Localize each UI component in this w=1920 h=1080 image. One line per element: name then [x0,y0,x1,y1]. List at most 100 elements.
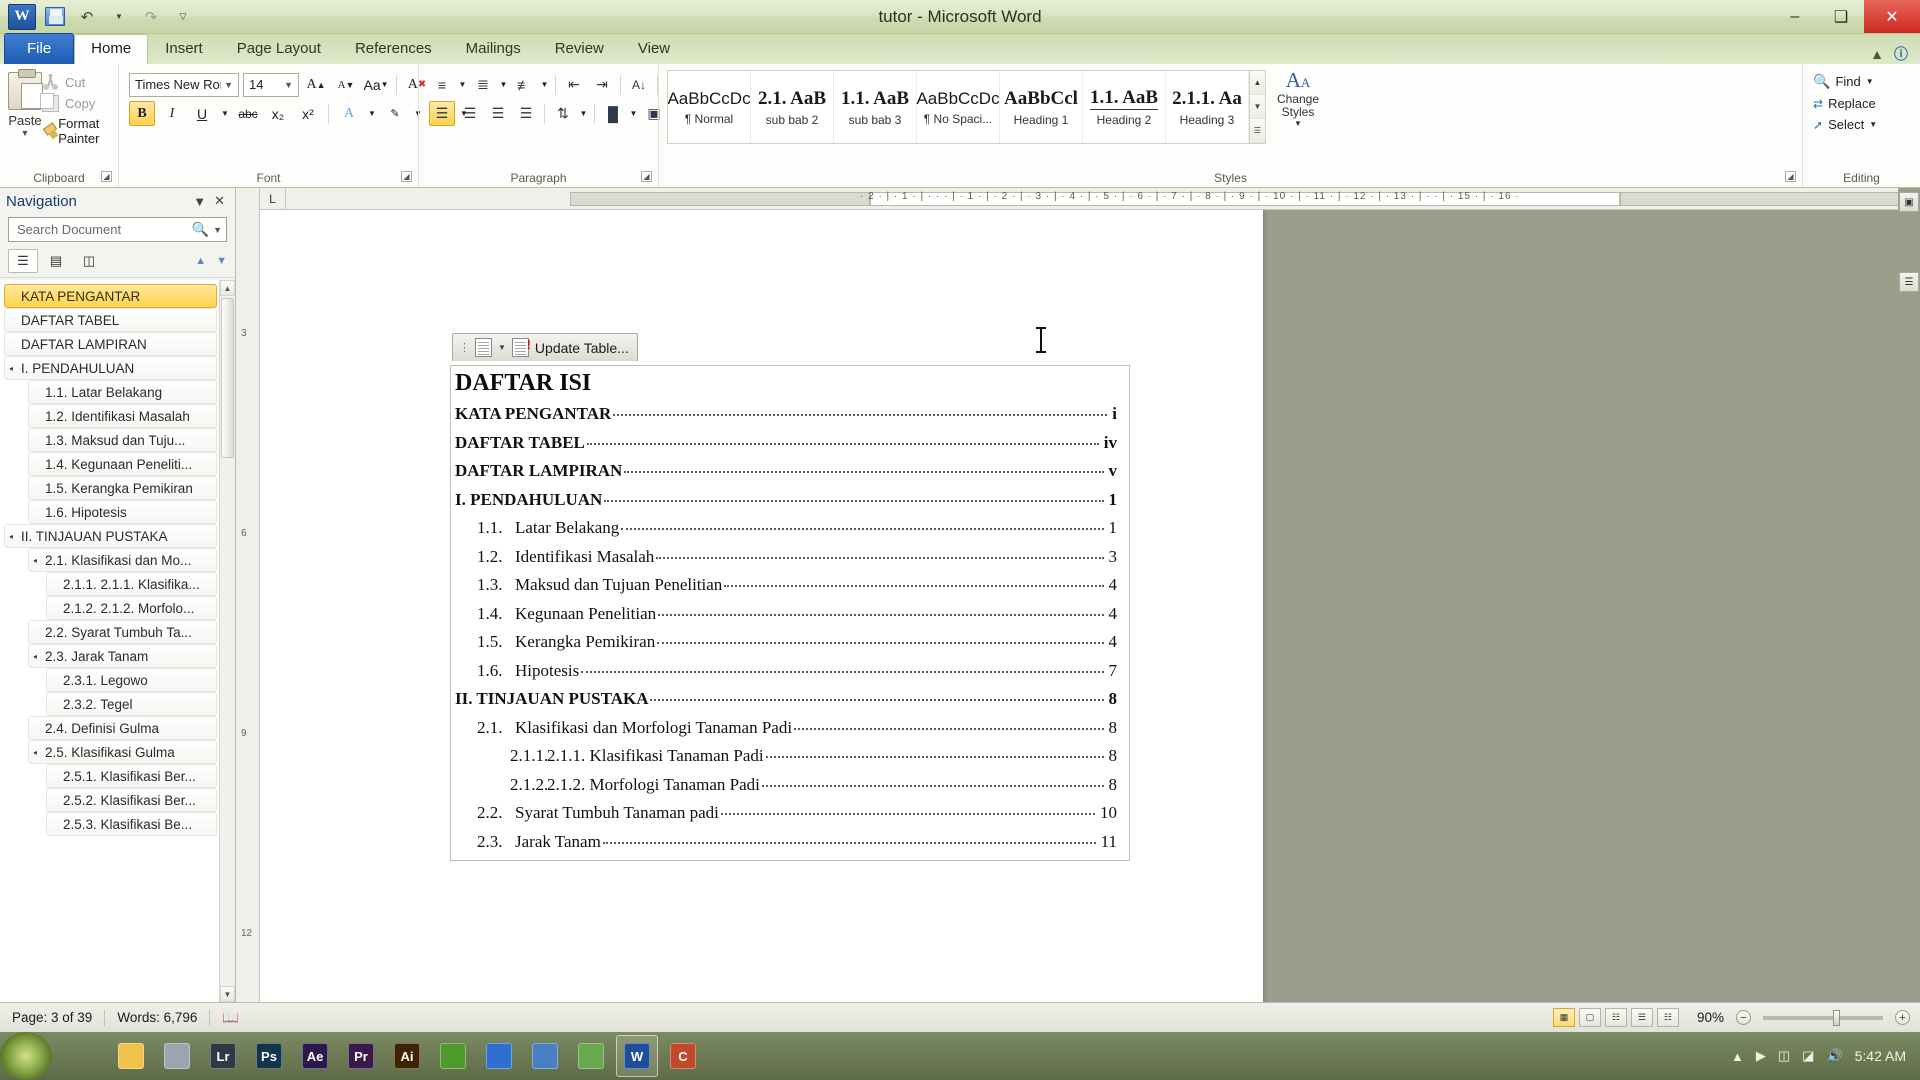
previous-heading-icon[interactable]: ▲ [195,255,206,267]
style-heading-2[interactable]: 1.1. AaB Heading 2 [1083,71,1166,143]
network-icon[interactable]: ◪ [1802,1048,1814,1064]
zoom-level[interactable]: 90% [1683,1010,1732,1025]
bold-button[interactable]: B [129,101,155,126]
toc-entry[interactable]: 1.3. Maksud dan Tujuan Penelitian 4 [455,571,1117,600]
gallery-scroll-down-icon[interactable]: ▼ [1250,95,1265,119]
find-button[interactable]: 🔍 Find ▼ [1811,70,1876,93]
headings-tab-icon[interactable]: ☰ [8,249,38,273]
tab-page-layout[interactable]: Page Layout [220,34,338,64]
highlight-color-button[interactable]: ✎ [382,101,408,126]
system-tray[interactable]: ▲ ▶ ◫ ◪ 🔊 5:42 AM [1731,1048,1920,1064]
change-styles-button[interactable]: AA Change Styles ▼ [1266,70,1330,129]
split-view-icon[interactable]: ☰ [1899,272,1919,292]
shading-dropdown-icon[interactable]: ▼ [628,101,639,126]
nav-heading-item[interactable]: ◂ 2.5. Klasifikasi Gulma [28,740,217,764]
folder-blue-icon[interactable] [524,1035,566,1077]
word-count[interactable]: Words: 6,796 [105,1010,209,1025]
nav-heading-item[interactable]: ◂2.3.1. Legowo [46,668,217,692]
results-tab-icon[interactable]: ◫ [74,249,104,273]
nav-heading-item[interactable]: ◂1.4. Kegunaan Peneliti... [28,452,217,476]
toc-entry[interactable]: 2.2. Syarat Tumbuh Tanaman padi 10 [455,799,1117,828]
aftereffects-icon[interactable]: Ae [294,1035,336,1077]
window-controls[interactable]: – ❑ ✕ [1772,0,1920,33]
toc-entry[interactable]: DAFTAR LAMPIRAN v [455,457,1117,486]
tab-review[interactable]: Review [538,34,621,64]
scroll-down-icon[interactable]: ▼ [220,986,235,1002]
tab-insert[interactable]: Insert [148,34,220,64]
navigation-headings-list[interactable]: ◂KATA PENGANTAR◂DAFTAR TABEL◂DAFTAR LAMP… [0,280,235,1002]
zoom-out-button[interactable]: − [1736,1010,1751,1025]
cut-button[interactable]: Cut [42,74,110,91]
full-screen-icon[interactable]: ▢ [1578,1008,1601,1027]
nav-heading-item[interactable]: ◂2.3.2. Tegel [46,692,217,716]
toc-entry[interactable]: DAFTAR TABEL iv [455,429,1117,458]
toc-entry[interactable]: 2.1.1. 2.1.1. Klasifikasi Tanaman Padi 8 [455,742,1117,771]
navigation-options-icon[interactable]: ▼ [189,194,210,209]
help-icon[interactable]: ⓘ [1894,44,1908,64]
search-icon[interactable]: 🔍 [192,221,209,238]
word-taskbar-icon[interactable]: W [616,1035,658,1077]
paragraph-dialog-launcher[interactable]: ◢ [641,171,652,182]
web-layout-icon[interactable]: ☷ [1604,1008,1627,1027]
shading-icon[interactable]: █ [600,101,626,126]
find-chevron-down-icon[interactable]: ▼ [1866,77,1874,86]
nav-heading-item[interactable]: ◂2.5.1. Klasifikasi Ber... [46,764,217,788]
word-logo-icon[interactable]: W [8,3,36,30]
app-green-icon[interactable] [570,1035,612,1077]
underline-button[interactable]: U [189,101,215,126]
expand-collapse-icon[interactable]: ◂ [33,748,45,757]
toc-entry[interactable]: I. PENDAHULUAN 1 [455,486,1117,515]
nav-heading-item[interactable]: ◂ II. TINJAUAN PUSTAKA [4,524,217,548]
view-ruler-icon[interactable]: ▣ [1899,192,1919,212]
nav-heading-item[interactable]: ◂2.2. Syarat Tumbuh Ta... [28,620,217,644]
taskbar-app-list[interactable]: Lr Ps Ae Pr Ai W C [52,1035,704,1077]
nav-heading-item[interactable]: ◂ 2.3. Jarak Tanam [28,644,217,668]
chrome-icon[interactable] [478,1035,520,1077]
styles-gallery-scrollbar[interactable]: ▲ ▼ ☰ [1250,70,1266,144]
zoom-slider-knob[interactable] [1833,1009,1840,1026]
spell-check-icon[interactable]: 📖 [210,1010,251,1026]
close-icon[interactable]: ✕ [210,193,229,209]
nav-heading-item[interactable]: ◂2.4. Definisi Gulma [28,716,217,740]
font-dialog-launcher[interactable]: ◢ [401,171,412,182]
subscript-button[interactable]: x₂ [265,101,291,126]
toc-entry[interactable]: 1.5. Kerangka Pemikiran 4 [455,628,1117,657]
document-page[interactable]: ⋮ ▼ Update Table... DAFTAR ISI KATA PENG… [260,210,1263,1002]
paste-dropdown-icon[interactable]: ▼ [21,128,30,138]
nav-heading-item[interactable]: ◂2.5.2. Klasifikasi Ber... [46,788,217,812]
toc-entry[interactable]: KATA PENGANTAR i [455,400,1117,429]
font-size-chevron-down-icon[interactable]: ▼ [281,80,296,90]
camtasia-icon[interactable]: C [662,1035,704,1077]
styles-dialog-launcher[interactable]: ◢ [1785,171,1796,182]
navigation-scrollbar[interactable]: ▲ ▼ [219,280,235,1002]
minimize-button[interactable]: – [1772,0,1818,33]
style-sub-bab-2[interactable]: 2.1. AaB sub bab 2 [751,71,834,143]
align-right-icon[interactable]: ☰ [485,101,511,126]
show-hidden-icon[interactable]: ▲ [1731,1049,1744,1064]
tab-stop-selector[interactable]: L [260,188,286,210]
multilevel-list-icon[interactable]: ≢ [511,72,537,97]
nav-heading-item[interactable]: ◂2.1.2. 2.1.2. Morfolo... [46,596,217,620]
multilevel-dropdown-icon[interactable]: ▼ [539,72,550,97]
save-icon[interactable] [42,5,68,29]
line-spacing-icon[interactable]: ⇅ [550,101,576,126]
toc-entry[interactable]: 1.6. Hipotesis 7 [455,657,1117,686]
font-name-chevron-down-icon[interactable]: ▼ [221,80,236,90]
select-button[interactable]: ➚ Select ▼ [1811,114,1879,135]
select-chevron-down-icon[interactable]: ▼ [1869,120,1877,129]
media-icon[interactable]: ▶ [1756,1048,1766,1064]
volume-icon[interactable]: 🔊 [1826,1048,1842,1064]
tab-view[interactable]: View [621,34,687,64]
pages-tab-icon[interactable]: ▤ [41,249,71,273]
nav-heading-item[interactable]: ◂1.5. Kerangka Pemikiran [28,476,217,500]
tab-references[interactable]: References [338,34,449,64]
text-effects-dropdown-icon[interactable]: ▼ [366,101,378,126]
nav-heading-item[interactable]: ◂2.5.3. Klasifikasi Be... [46,812,217,836]
nav-heading-item[interactable]: ◂ I. PENDAHULUAN [4,356,217,380]
toc-entry[interactable]: 2.1.2. 2.1.2. Morfologi Tanaman Padi 8 [455,771,1117,800]
toc-options-icon[interactable] [475,338,492,357]
style-heading-1[interactable]: AaBbCcl Heading 1 [1000,71,1083,143]
nav-heading-item[interactable]: ◂DAFTAR TABEL [4,308,217,332]
outline-icon[interactable]: ☰ [1630,1008,1653,1027]
gallery-scroll-up-icon[interactable]: ▲ [1250,71,1265,95]
